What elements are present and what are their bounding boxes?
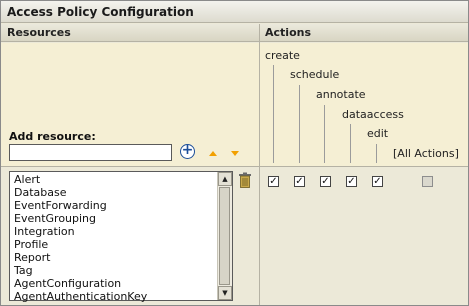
access-policy-panel: Access Policy Configuration Resources Ac… — [0, 0, 469, 306]
add-resource-label: Add resource: — [9, 130, 96, 143]
checkbox-all-actions — [422, 176, 433, 187]
checkbox-dataaccess[interactable]: ✓ — [346, 176, 357, 187]
list-item[interactable]: Integration — [14, 225, 147, 238]
scroll-thumb[interactable] — [219, 187, 230, 285]
tree-line — [273, 65, 274, 163]
list-scrollbar[interactable]: ▲ ▼ — [217, 172, 232, 300]
tree-line — [299, 85, 300, 163]
check-icon: ✓ — [321, 176, 330, 187]
check-icon: ✓ — [373, 176, 382, 187]
list-item[interactable]: Profile — [14, 238, 147, 251]
resource-listbox[interactable]: Alert Database EventForwarding EventGrou… — [9, 171, 233, 303]
checkbox-create[interactable]: ✓ — [268, 176, 279, 187]
row-divider — [1, 166, 468, 167]
plus-circle-icon[interactable]: + — [180, 143, 195, 159]
list-item[interactable]: EventGrouping — [14, 212, 147, 225]
resources-column-header: Resources — [1, 24, 259, 42]
check-icon: ✓ — [347, 176, 356, 187]
action-create: create — [265, 49, 300, 62]
list-item[interactable]: Database — [14, 186, 147, 199]
list-item[interactable]: Alert — [14, 173, 147, 186]
resource-list: Alert Database EventForwarding EventGrou… — [14, 173, 147, 303]
list-item[interactable]: Tag — [14, 264, 147, 277]
list-item[interactable]: EventForwarding — [14, 199, 147, 212]
trash-icon[interactable] — [238, 172, 252, 188]
checkbox-annotate[interactable]: ✓ — [320, 176, 331, 187]
check-icon: ✓ — [295, 176, 304, 187]
checkbox-schedule[interactable]: ✓ — [294, 176, 305, 187]
scroll-down-icon[interactable]: ▼ — [218, 286, 232, 300]
column-divider — [259, 24, 260, 305]
arrow-down-icon[interactable] — [231, 151, 239, 156]
action-annotate: annotate — [316, 88, 366, 101]
check-icon: ✓ — [269, 176, 278, 187]
scroll-up-icon[interactable]: ▲ — [218, 172, 232, 186]
panel-title: Access Policy Configuration — [1, 1, 468, 23]
action-schedule: schedule — [290, 68, 340, 81]
action-edit: edit — [367, 127, 389, 140]
arrow-up-icon[interactable] — [209, 151, 217, 156]
tree-line — [376, 144, 377, 163]
checkbox-edit[interactable]: ✓ — [372, 176, 383, 187]
action-dataaccess: dataaccess — [342, 108, 404, 121]
tree-line — [324, 105, 325, 163]
list-item[interactable]: AgentConfiguration — [14, 277, 147, 290]
action-all-actions: [All Actions] — [393, 147, 459, 160]
list-item[interactable]: Report — [14, 251, 147, 264]
list-item[interactable]: AgentAuthenticationKey — [14, 290, 147, 303]
actions-column-header: Actions — [259, 24, 468, 42]
tree-line — [350, 124, 351, 163]
add-resource-input[interactable] — [9, 144, 172, 161]
